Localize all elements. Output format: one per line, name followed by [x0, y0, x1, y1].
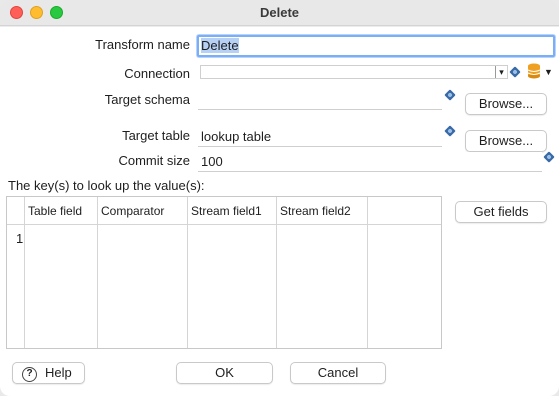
title-bar: Delete [0, 0, 559, 26]
ok-button[interactable]: OK [176, 362, 273, 384]
connection-label: Connection [124, 66, 190, 81]
keys-label: The key(s) to look up the value(s): [8, 178, 205, 193]
get-fields-button[interactable]: Get fields [455, 201, 547, 223]
column-header-comparator[interactable]: Comparator [101, 204, 164, 218]
window-title: Delete [259, 5, 300, 20]
database-icon[interactable] [527, 63, 541, 79]
column-header-stream-field1[interactable]: Stream field1 [191, 204, 262, 218]
transform-name-value: Delete [201, 38, 239, 53]
help-icon: ? [22, 367, 37, 382]
target-schema-label: Target schema [104, 92, 190, 107]
column-header-stream-field2[interactable]: Stream field2 [280, 204, 351, 218]
target-table-label: Target table [122, 128, 190, 143]
commit-size-label: Commit size [118, 153, 190, 168]
row-number: 1 [16, 231, 24, 246]
table-header: Table field Comparator Stream field1 Str… [7, 197, 441, 225]
transform-name-input[interactable]: Delete [197, 35, 555, 57]
connection-menu-caret-icon[interactable]: ▼ [544, 67, 553, 77]
help-label: Help [45, 365, 72, 380]
keys-table[interactable]: Table field Comparator Stream field1 Str… [6, 196, 442, 349]
column-header-table-field[interactable]: Table field [28, 204, 82, 218]
cancel-button[interactable]: Cancel [290, 362, 386, 384]
browse-schema-button[interactable]: Browse... [465, 93, 547, 115]
connection-select[interactable]: ▾ [200, 65, 508, 79]
transform-name-label: Transform name [95, 37, 190, 52]
target-schema-input[interactable] [198, 90, 442, 110]
commit-size-input[interactable]: 100 [198, 152, 542, 172]
variable-icon [444, 125, 456, 137]
browse-table-button[interactable]: Browse... [465, 130, 547, 152]
help-button[interactable]: ? Help [12, 362, 85, 384]
variable-icon [509, 66, 521, 78]
delete-dialog: Delete Transform name Delete Connection … [0, 0, 559, 396]
target-table-input[interactable]: lookup table [198, 127, 442, 147]
chevron-down-icon[interactable]: ▾ [495, 66, 507, 78]
dialog-body: Transform name Delete Connection ▾ ▼ Tar… [0, 27, 559, 396]
variable-icon [543, 151, 555, 163]
variable-icon [444, 89, 456, 101]
